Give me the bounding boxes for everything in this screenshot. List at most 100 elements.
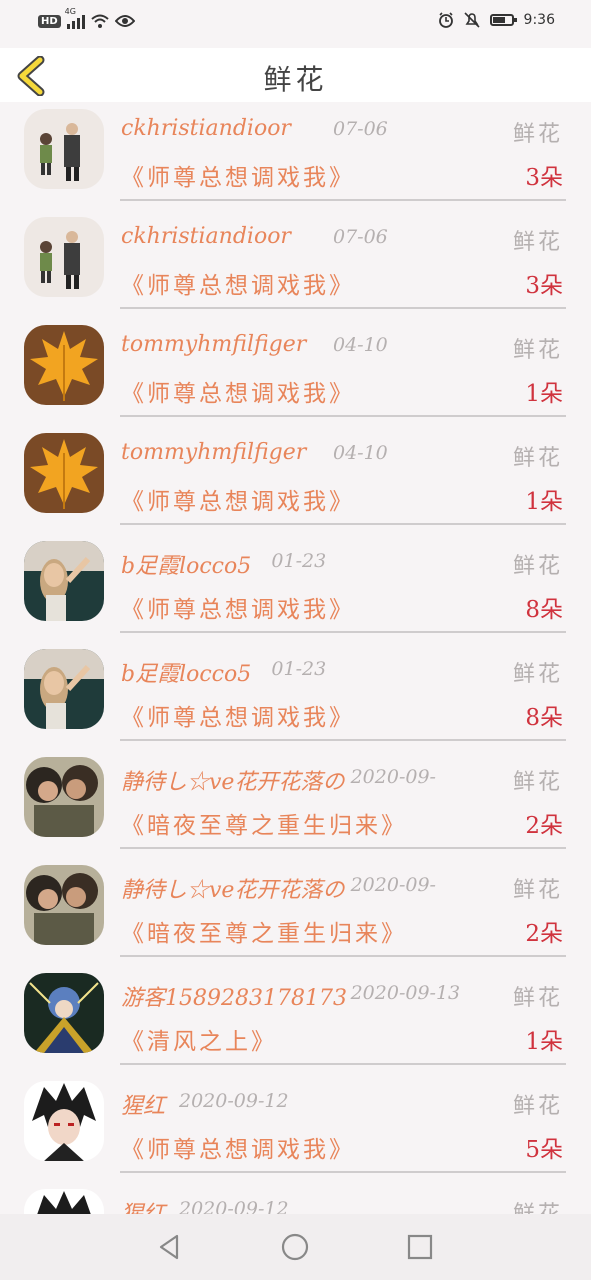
row-divider xyxy=(120,523,566,525)
gift-type-label: 鲜花 xyxy=(512,122,563,147)
list-item[interactable]: 猩红 2020-09-12 鲜花《师尊总想调戏我》 5朵 xyxy=(0,1074,591,1182)
mute-bell-icon xyxy=(463,12,480,28)
list-item[interactable]: tommyhmfilfiger 04-10 鲜花《师尊总想调戏我》 1朵 xyxy=(0,426,591,534)
list-item[interactable]: 静待し☆ve花开花落の 2020-09- 鲜花 《暗夜至尊之重生归来》 2朵 xyxy=(0,750,591,858)
list-item[interactable]: b足霞locco5 01-23 鲜花《师尊总想调戏我》 8朵 xyxy=(0,534,591,642)
page-title: 鲜花 xyxy=(263,63,328,96)
gift-type-label: 鲜花 xyxy=(512,230,563,255)
flower-count: 1朵 xyxy=(525,489,563,515)
gift-date: 01-23 xyxy=(271,550,327,572)
wifi-icon xyxy=(91,14,109,28)
user-name: 猩红 xyxy=(121,1196,165,1214)
row-divider xyxy=(120,307,566,309)
user-name: b足霞locco5 xyxy=(121,554,252,579)
user-name: b足霞locco5 xyxy=(121,662,252,687)
status-left: HD 4G xyxy=(38,7,135,29)
status-bar: HD 4G 9:36 xyxy=(0,0,591,48)
user-name: ckhristiandioor xyxy=(121,116,291,141)
gift-date: 01-23 xyxy=(271,658,327,680)
recent-square-icon[interactable] xyxy=(405,1232,435,1262)
header: 鲜花 xyxy=(0,48,591,102)
battery-icon xyxy=(489,14,517,26)
row-divider xyxy=(120,199,566,201)
row-divider xyxy=(120,631,566,633)
gift-date: 04-10 xyxy=(333,442,388,464)
flower-count: 1朵 xyxy=(525,1029,563,1055)
user-name: ckhristiandioor xyxy=(121,224,291,249)
list-item[interactable]: b足霞locco5 01-23 鲜花《师尊总想调戏我》 8朵 xyxy=(0,642,591,750)
user-name: 静待し☆ve花开花落の xyxy=(121,770,345,795)
user-name: tommyhmfilfiger xyxy=(121,332,307,357)
avatar-couple-cartoon[interactable] xyxy=(24,217,104,297)
book-title[interactable]: 《清风之上》 xyxy=(121,1022,277,1056)
user-name: 静待し☆ve花开花落の xyxy=(121,878,345,903)
back-triangle-icon[interactable] xyxy=(155,1232,185,1262)
eye-icon xyxy=(114,15,135,27)
list-item[interactable]: 静待し☆ve花开花落の 2020-09- 鲜花《暗夜至尊之重生归来》 2朵 xyxy=(0,858,591,966)
book-title[interactable]: 《师尊总想调戏我》 xyxy=(121,266,355,300)
signal-icon: 4G xyxy=(65,7,85,29)
row-divider xyxy=(120,415,566,417)
book-title[interactable]: 《师尊总想调戏我》 xyxy=(121,158,355,192)
avatar-girl-photo[interactable] xyxy=(24,541,104,621)
book-title[interactable]: 《师尊总想调戏我》 xyxy=(121,1130,355,1164)
row-divider xyxy=(120,1063,566,1065)
book-title[interactable]: 《师尊总想调戏我》 xyxy=(121,482,355,516)
flower-count: 8朵 xyxy=(525,597,563,623)
avatar-girl-photo[interactable] xyxy=(24,649,104,729)
flower-count: 1朵 xyxy=(525,381,563,407)
list-item[interactable]: tommyhmfilfiger 04-10 鲜花 《师尊总想调戏我》 1朵 xyxy=(0,318,591,426)
flower-gift-list[interactable]: ckhristiandioor 07-06 鲜花 《师尊总想调戏我》 3朵 ckhrist… xyxy=(0,102,591,1214)
list-item[interactable]: ckhristiandioor 07-06 鲜花《师尊总想调戏我》 3朵 xyxy=(0,102,591,210)
book-title[interactable]: 《暗夜至尊之重生归来》 xyxy=(121,806,407,840)
gift-type-label: 鲜花 xyxy=(512,446,563,471)
list-item[interactable]: 猩红 2020-09-12 鲜花 xyxy=(0,1182,591,1214)
hd-badge: HD xyxy=(38,14,61,28)
flower-count: 2朵 xyxy=(525,813,563,839)
gift-date: 07-06 xyxy=(333,226,388,248)
flower-count: 3朵 xyxy=(525,273,563,299)
avatar-anime-boy[interactable] xyxy=(24,1189,104,1214)
avatar-couple-photo[interactable] xyxy=(24,865,104,945)
clock: 9:36 xyxy=(523,12,555,28)
row-divider xyxy=(120,1171,566,1173)
avatar-anime-warrior[interactable] xyxy=(24,973,104,1053)
avatar-maple-leaf[interactable] xyxy=(24,433,104,513)
alarm-icon xyxy=(438,12,453,28)
flower-count: 5朵 xyxy=(525,1137,563,1163)
flower-count: 3朵 xyxy=(525,165,563,191)
gift-date: 07-06 xyxy=(333,118,388,140)
gift-type-label: 鲜花 xyxy=(512,986,563,1011)
gift-date: 2020-09-12 xyxy=(179,1090,289,1112)
gift-type-label: 鲜花 xyxy=(512,770,563,795)
gift-date: 04-10 xyxy=(333,334,388,356)
status-right: 9:36 xyxy=(438,12,555,28)
list-item[interactable]: ckhristiandioor 07-06 鲜花《师尊总想调戏我》 3朵 xyxy=(0,210,591,318)
avatar-anime-boy[interactable] xyxy=(24,1081,104,1161)
book-title[interactable]: 《师尊总想调戏我》 xyxy=(121,590,355,624)
gift-date: 2020-09-12 xyxy=(179,1198,289,1214)
flower-count: 8朵 xyxy=(525,705,563,731)
gift-type-label: 鲜花 xyxy=(512,662,563,687)
gift-type-label: 鲜花 xyxy=(512,878,563,903)
signal-type-label: 4G xyxy=(64,7,76,16)
book-title[interactable]: 《暗夜至尊之重生归来》 xyxy=(121,914,407,948)
flower-count: 2朵 xyxy=(525,921,563,947)
book-title[interactable]: 《师尊总想调戏我》 xyxy=(121,698,355,732)
row-divider xyxy=(120,847,566,849)
list-item[interactable]: 游客15892831781​73 2020-09-13 鲜花 《清风之上》 1朵 xyxy=(0,966,591,1074)
home-circle-icon[interactable] xyxy=(280,1232,310,1262)
avatar-couple-cartoon[interactable] xyxy=(24,109,104,189)
user-name: 猩红 xyxy=(121,1094,166,1119)
book-title[interactable]: 《师尊总想调戏我》 xyxy=(121,374,355,408)
user-name: tommyhmfilfiger xyxy=(121,440,307,465)
row-divider xyxy=(120,739,566,741)
gift-date: 2020-09- xyxy=(350,874,436,896)
gift-type-label: 鲜花 xyxy=(512,554,563,579)
row-divider xyxy=(120,955,566,957)
gift-type-label: 鲜花 xyxy=(513,1196,563,1214)
avatar-couple-photo[interactable] xyxy=(24,757,104,837)
gift-type-label: 鲜花 xyxy=(512,1094,563,1119)
avatar-maple-leaf[interactable] xyxy=(24,325,104,405)
gift-date: 2020-09-13 xyxy=(350,982,461,1004)
